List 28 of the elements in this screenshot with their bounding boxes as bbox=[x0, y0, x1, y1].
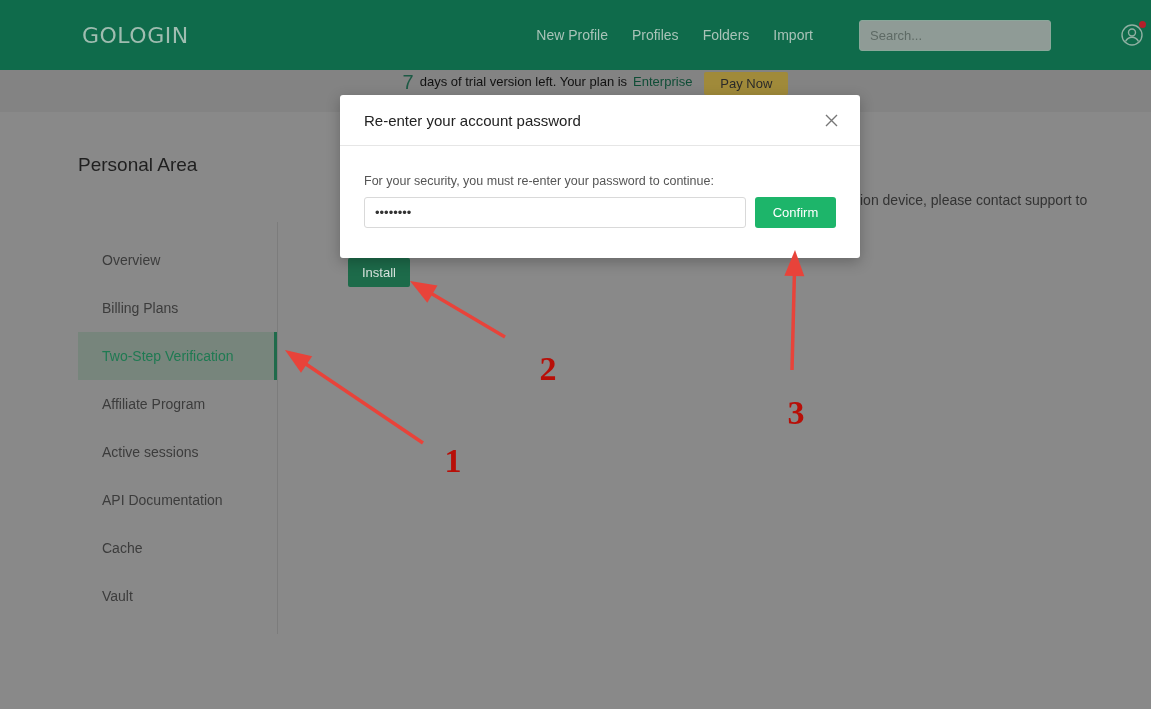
close-icon[interactable] bbox=[825, 113, 838, 127]
sidebar-item[interactable]: Billing Plans bbox=[78, 284, 277, 332]
sidebar-item[interactable]: Affiliate Program bbox=[78, 380, 277, 428]
nav-link[interactable]: New Profile bbox=[536, 27, 608, 43]
confirm-button[interactable]: Confirm bbox=[755, 197, 836, 228]
nav-link[interactable]: Import bbox=[773, 27, 813, 43]
password-field[interactable]: •••••••• bbox=[364, 197, 746, 228]
dialog-message: For your security, you must re-enter your password to continue: bbox=[364, 174, 715, 188]
sidebar-item[interactable]: Overview bbox=[78, 236, 277, 284]
sidebar-item[interactable]: Vault bbox=[78, 572, 277, 620]
days-count: 7 bbox=[402, 72, 414, 92]
annotation-number: 2 bbox=[539, 350, 557, 387]
nav-link[interactable]: Profiles bbox=[631, 27, 679, 43]
plan-link[interactable]: Enterprise bbox=[633, 72, 693, 92]
sidebar-item[interactable]: Cache bbox=[78, 524, 277, 572]
annotation-number: 3 bbox=[787, 394, 805, 431]
trial-text: days of trial version left. Your plan is bbox=[419, 73, 628, 91]
nav-link[interactable]: Folders bbox=[702, 27, 750, 43]
description-text: ion device, please contact support to bbox=[860, 192, 1089, 208]
logo: GOLOGIN bbox=[82, 22, 189, 48]
dialog-title: Re-enter your account password bbox=[364, 111, 581, 129]
install-button[interactable]: Install bbox=[348, 258, 410, 287]
user-avatar-icon[interactable] bbox=[1121, 24, 1143, 46]
sidebar-item[interactable]: Active sessions bbox=[78, 428, 277, 476]
pay-now-button[interactable]: Pay Now bbox=[704, 72, 789, 95]
section-title: Personal Area bbox=[78, 154, 199, 176]
annotation-number: 1 bbox=[444, 442, 462, 479]
sidebar-item[interactable]: API Documentation bbox=[78, 476, 277, 524]
